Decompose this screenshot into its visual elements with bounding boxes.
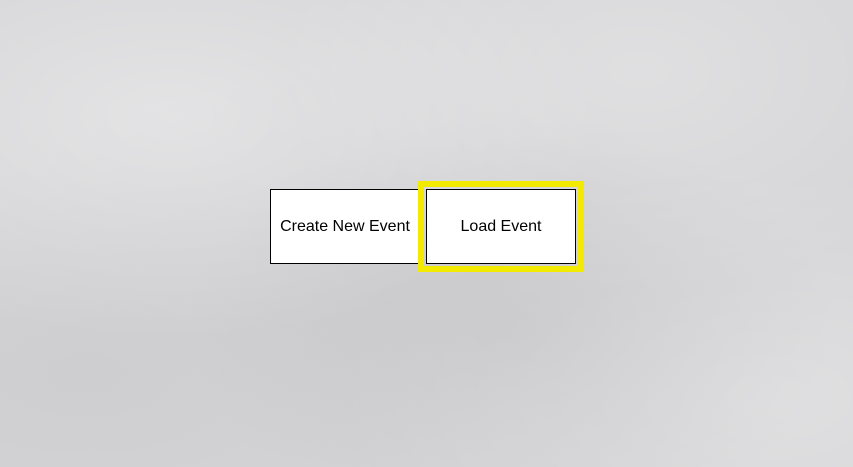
load-event-button[interactable]: Load Event <box>426 189 576 264</box>
create-new-event-button[interactable]: Create New Event <box>270 189 420 264</box>
menu-screen: Create New Event Load Event <box>0 0 853 467</box>
